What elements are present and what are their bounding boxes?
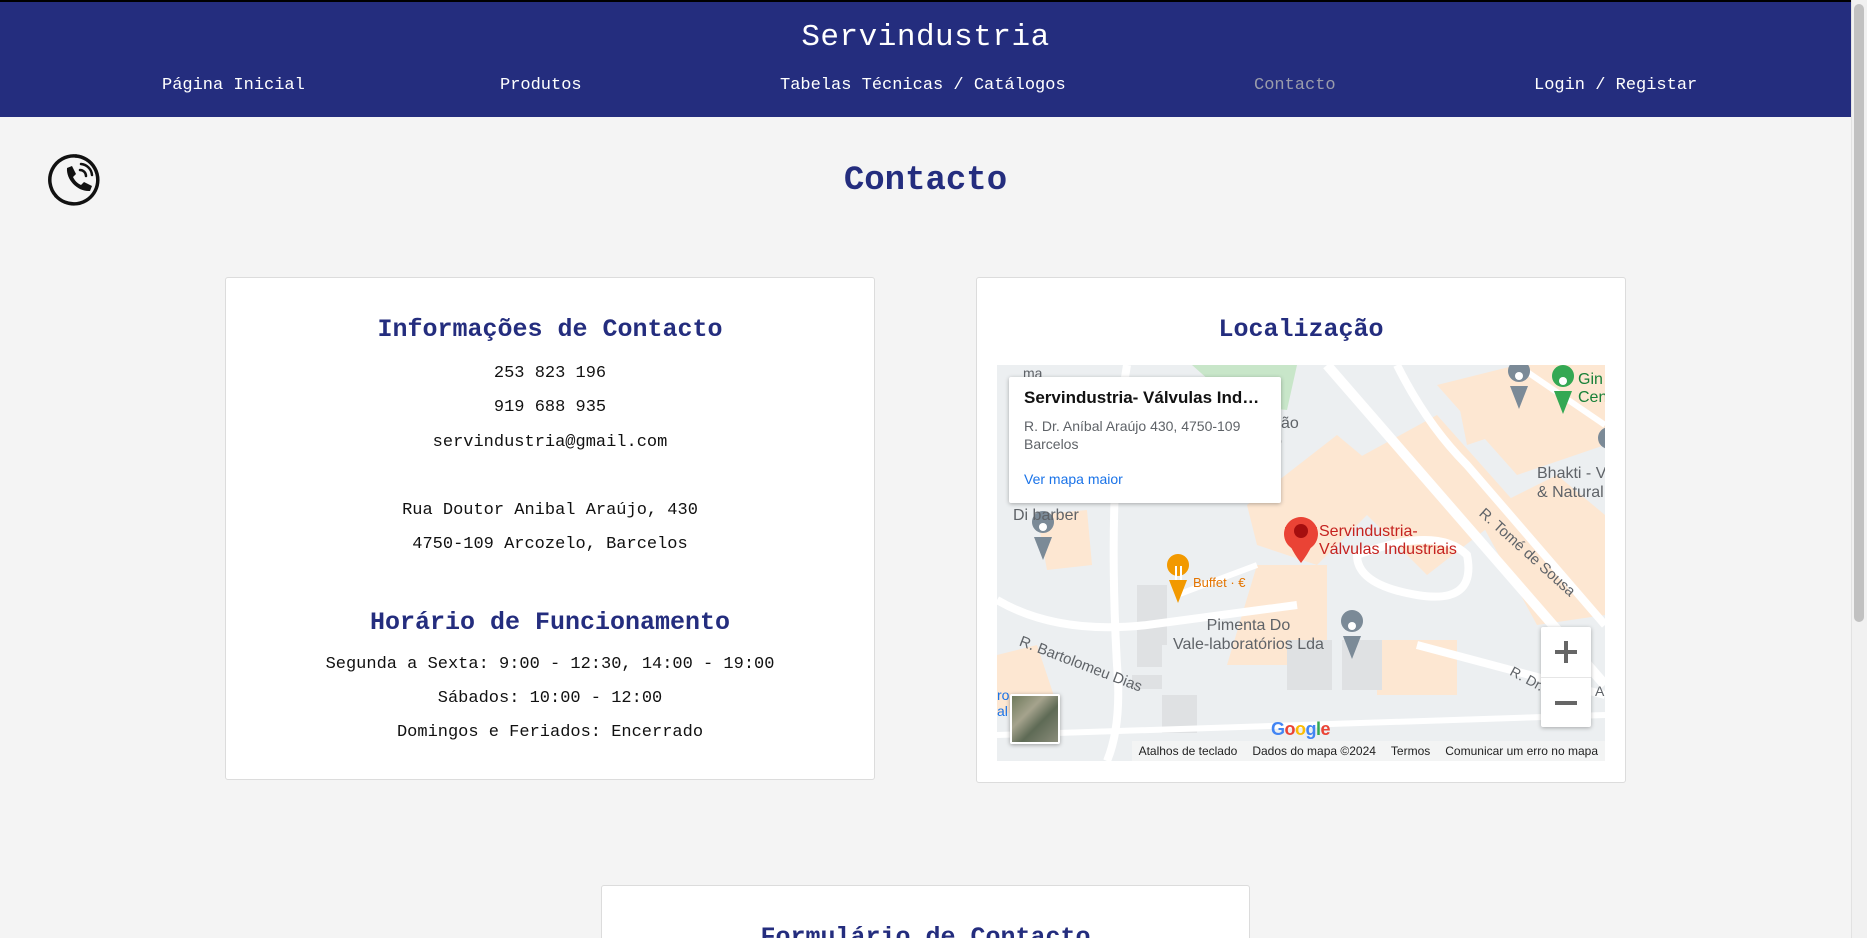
map-info-title: Servindustria- Válvulas Indust... xyxy=(1024,388,1266,407)
poi-label-gin[interactable]: Gin Cen xyxy=(1578,371,1605,407)
nav-item-home[interactable]: Página Inicial xyxy=(162,76,305,95)
page-title: Contacto xyxy=(843,162,1008,200)
map-info-address: R. Dr. Aníbal Araújo 430, 4750-109 Barce… xyxy=(1024,417,1266,453)
hours-weekdays: Segunda a Sexta: 9:00 - 12:30, 14:00 - 1… xyxy=(325,655,775,674)
marker-label[interactable]: Servindustria- Válvulas Industriais xyxy=(1319,523,1457,559)
poi-pimenta-line-1: Pimenta Do xyxy=(1206,617,1291,634)
poi-label-bhakti[interactable]: Bhakti - V & Natural S xyxy=(1537,464,1605,502)
terms-link[interactable]: Termos xyxy=(1391,744,1430,758)
nav-item-products[interactable]: Produtos xyxy=(500,76,582,95)
map-attribution-bar: Atalhos de teclado Dados do mapa ©2024 T… xyxy=(1131,741,1605,761)
map-info-address-line-2: Barcelos xyxy=(1024,436,1079,452)
poi-bhakti-line-1: Bhakti - V xyxy=(1537,465,1605,482)
nav-item-catalogs[interactable]: Tabelas Técnicas / Catálogos xyxy=(780,76,1066,95)
poi-label-pimenta[interactable]: Pimenta Do Vale-laboratórios Lda xyxy=(1173,616,1324,654)
report-map-error-link[interactable]: Comunicar um erro no mapa xyxy=(1445,744,1598,758)
nav-item-login[interactable]: Login / Registar xyxy=(1534,76,1697,95)
map-data-label: Dados do mapa ©2024 xyxy=(1252,744,1376,758)
google-map[interactable]: Servindustria- Válvulas Industriais Di b… xyxy=(997,365,1605,761)
satellite-toggle-button[interactable] xyxy=(1010,694,1060,744)
site-title[interactable]: Servindustria xyxy=(0,20,1851,55)
email-link[interactable]: servindustria@gmail.com xyxy=(226,433,874,452)
poi-label-buffet[interactable]: Buffet · € xyxy=(1193,575,1246,590)
contact-form-title: Formulário de Contacto xyxy=(760,923,1091,938)
hours-saturday: Sábados: 10:00 - 12:00 xyxy=(437,689,663,708)
map-edge-label-line-2: al xyxy=(997,703,1008,719)
page-scrollbar[interactable] xyxy=(1851,0,1867,938)
contact-form-card: Formulário de Contacto xyxy=(601,885,1250,938)
hours-sunday: Domingos e Feriados: Encerrado xyxy=(396,723,704,742)
address-line-1: Rua Doutor Anibal Araújo, 430 xyxy=(402,501,698,520)
hours-title: Horário de Funcionamento xyxy=(369,608,731,637)
keyboard-shortcuts-link[interactable]: Atalhos de teclado xyxy=(1139,744,1238,758)
zoom-out-button[interactable] xyxy=(1541,677,1591,727)
street-label-a: A xyxy=(1595,683,1605,699)
map-zoom-controls xyxy=(1541,627,1591,727)
map-edge-label: ro al xyxy=(997,687,1009,719)
poi-bhakti-line-2: & Natural S xyxy=(1537,484,1605,501)
marker-label-line-1: Servindustria- xyxy=(1319,523,1418,540)
contact-info-card: Informações de Contacto 253 823 196 919 … xyxy=(225,277,875,780)
google-logo: Google xyxy=(1271,719,1331,740)
map-info-window: Servindustria- Válvulas Indust... R. Dr.… xyxy=(1009,377,1281,503)
map-info-address-line-1: R. Dr. Aníbal Araújo 430, 4750-109 xyxy=(1024,418,1241,434)
scrollbar-thumb[interactable] xyxy=(1854,4,1864,622)
phone-number-2[interactable]: 919 688 935 xyxy=(226,398,874,417)
map-edge-label-line-1: ro xyxy=(997,687,1010,703)
google-logo-text: Google xyxy=(1271,719,1331,739)
poi-gin-line-1: Gin xyxy=(1578,371,1603,388)
site-header: Servindustria Página Inicial Produtos Ta… xyxy=(0,0,1851,117)
zoom-in-button[interactable] xyxy=(1541,627,1591,677)
marker-label-line-2: Válvulas Industriais xyxy=(1319,541,1457,558)
poi-gin-line-2: Cen xyxy=(1578,389,1605,406)
location-card: Localização Servindustria- Válvulas Indu… xyxy=(976,277,1626,783)
poi-pimenta-line-2: Vale-laboratórios Lda xyxy=(1173,636,1324,653)
phone-number-1[interactable]: 253 823 196 xyxy=(226,364,874,383)
nav-item-contact[interactable]: Contacto xyxy=(1254,76,1336,95)
view-larger-map-link[interactable]: Ver mapa maior xyxy=(1024,471,1266,487)
poi-label-barber[interactable]: Di barber xyxy=(1013,507,1079,525)
location-title: Localização xyxy=(1218,315,1384,344)
contact-info-title: Informações de Contacto xyxy=(377,315,723,344)
address-line-2: 4750-109 Arcozelo, Barcelos xyxy=(412,535,688,554)
